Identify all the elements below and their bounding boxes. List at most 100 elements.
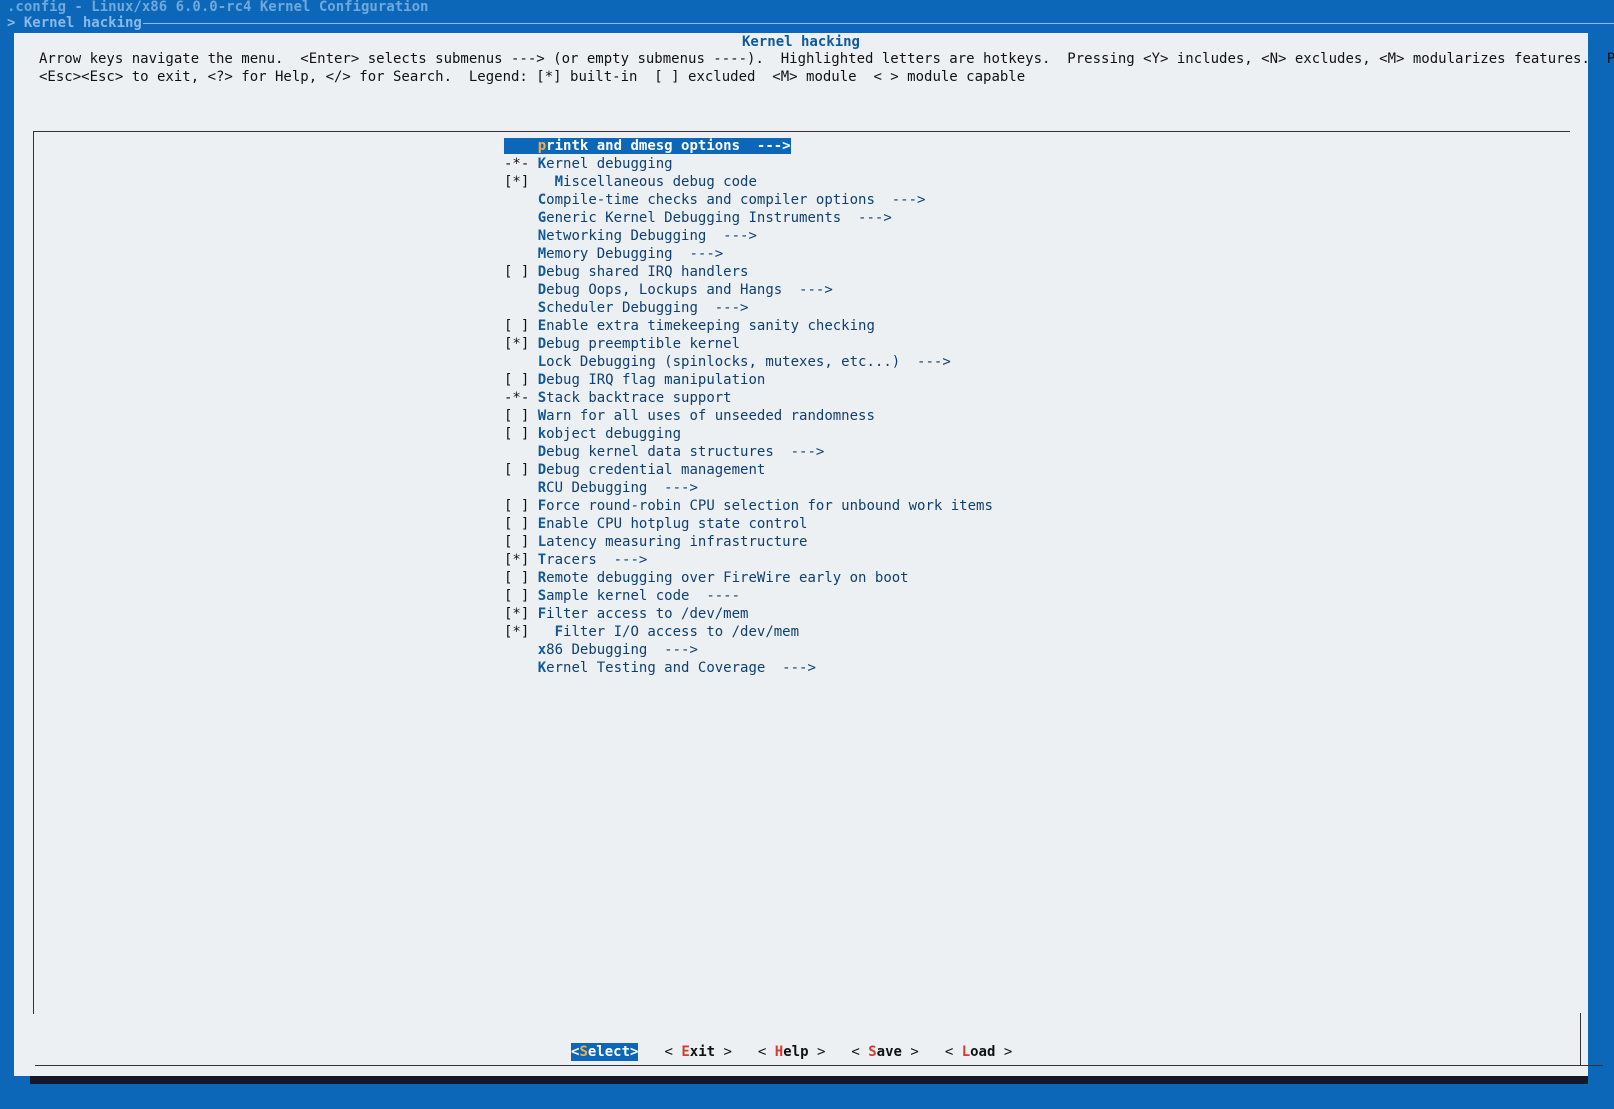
menu-item-content: RCU Debugging ---> bbox=[504, 480, 698, 496]
menu-item[interactable]: [ ] Debug credential management bbox=[504, 461, 993, 479]
menu-item-hotkey: L bbox=[537, 534, 547, 550]
menu-item[interactable]: [ ] Warn for all uses of unseeded random… bbox=[504, 407, 993, 425]
menu-item-label: tack backtrace support bbox=[546, 390, 732, 406]
menu-item[interactable]: RCU Debugging ---> bbox=[504, 479, 993, 497]
breadcrumb: > Kernel hacking bbox=[0, 14, 1614, 32]
menu-item-state: [ ] bbox=[504, 408, 530, 424]
menu-item-hotkey: M bbox=[554, 174, 564, 190]
menu-item-content: [ ] Debug credential management bbox=[504, 462, 765, 478]
menu-item-state bbox=[504, 228, 529, 244]
menu-item[interactable]: Debug Oops, Lockups and Hangs ---> bbox=[504, 281, 993, 299]
menu-item-state: [ ] bbox=[504, 534, 530, 550]
menu-item-content: Kernel Testing and Coverage ---> bbox=[504, 660, 816, 676]
menu-item-state bbox=[504, 192, 529, 208]
menu-item[interactable]: [ ] Debug IRQ flag manipulation bbox=[504, 371, 993, 389]
menu-item-hotkey: S bbox=[537, 588, 547, 604]
menu-item-content: [ ] Enable extra timekeeping sanity chec… bbox=[504, 318, 875, 334]
menu-item-label: CU Debugging ---> bbox=[546, 480, 698, 496]
menu-item-hotkey: D bbox=[537, 444, 547, 460]
menu-item-hotkey: F bbox=[537, 606, 547, 622]
menu-item[interactable]: -*- Kernel debugging bbox=[504, 155, 993, 173]
menu-item-state bbox=[504, 300, 529, 316]
menu-item[interactable]: [*] Filter access to /dev/mem bbox=[504, 605, 993, 623]
menu-item[interactable]: Lock Debugging (spinlocks, mutexes, etc.… bbox=[504, 353, 993, 371]
menu-item-label: atency measuring infrastructure bbox=[546, 534, 808, 550]
menu-item-label: ebug shared IRQ handlers bbox=[546, 264, 749, 280]
menu-item-label: ebug preemptible kernel bbox=[546, 336, 741, 352]
menu-item[interactable]: [ ] Latency measuring infrastructure bbox=[504, 533, 993, 551]
menu-item-content: -*- Stack backtrace support bbox=[504, 390, 732, 406]
menu-item-hotkey: S bbox=[537, 390, 547, 406]
menu-item-hotkey: L bbox=[537, 354, 547, 370]
menu-item-state bbox=[504, 480, 529, 496]
menu-item-state: [ ] bbox=[504, 588, 530, 604]
menu-item[interactable]: [ ] Enable CPU hotplug state control bbox=[504, 515, 993, 533]
button-label: Exit bbox=[681, 1044, 716, 1060]
menu-item[interactable]: [ ] Debug shared IRQ handlers bbox=[504, 263, 993, 281]
menu-item-state: [ ] bbox=[504, 372, 530, 388]
dialog-title: Kernel hacking bbox=[741, 34, 860, 50]
dialog-bottom-rule bbox=[35, 1065, 1603, 1066]
menu-item[interactable]: -*- Stack backtrace support bbox=[504, 389, 993, 407]
menu-item-state: [*] bbox=[504, 606, 530, 622]
button-label: Load bbox=[961, 1044, 996, 1060]
menu-item-hotkey: W bbox=[537, 408, 547, 424]
button-label: Select bbox=[579, 1044, 631, 1060]
menu-item-content: [ ] Debug shared IRQ handlers bbox=[504, 264, 748, 280]
menu-item-content: [ ] Warn for all uses of unseeded random… bbox=[504, 408, 875, 424]
menu-item-content: [*] Tracers ---> bbox=[504, 552, 647, 568]
menu-item[interactable]: [ ] Sample kernel code ---- bbox=[504, 587, 993, 605]
menu-item[interactable]: printk and dmesg options ---> bbox=[504, 137, 993, 155]
menu-item-hotkey: D bbox=[537, 264, 547, 280]
menu-item[interactable]: Memory Debugging ---> bbox=[504, 245, 993, 263]
menu-item-state bbox=[504, 660, 529, 676]
menu-item-content: [*] Miscellaneous debug code bbox=[504, 174, 757, 190]
menu-item-state: [ ] bbox=[504, 264, 530, 280]
menu-item[interactable]: Networking Debugging ---> bbox=[504, 227, 993, 245]
menu-item-label: rintk and dmesg options ---> bbox=[546, 138, 791, 154]
help-button[interactable]: < Help > bbox=[758, 1043, 825, 1061]
menu-item-state: -*- bbox=[504, 156, 530, 172]
menu-item-state bbox=[504, 642, 529, 658]
button-bar: <Select> < Exit > < Help > < Save > < Load > bbox=[571, 1043, 1038, 1061]
menu-item[interactable]: [ ] kobject debugging bbox=[504, 425, 993, 443]
breadcrumb-text: > Kernel hacking bbox=[7, 15, 142, 31]
menu-item-content: Debug kernel data structures ---> bbox=[504, 444, 825, 460]
menu-item[interactable]: Compile-time checks and compiler options… bbox=[504, 191, 993, 209]
menu-item[interactable]: [ ] Enable extra timekeeping sanity chec… bbox=[504, 317, 993, 335]
menu-item[interactable]: Kernel Testing and Coverage ---> bbox=[504, 659, 993, 677]
menu-item[interactable]: Debug kernel data structures ---> bbox=[504, 443, 993, 461]
menu-item-hotkey: T bbox=[537, 552, 547, 568]
menu-item-content: [ ] Latency measuring infrastructure bbox=[504, 534, 807, 550]
menu-item-content: printk and dmesg options ---> bbox=[504, 138, 791, 154]
menu-item[interactable]: x86 Debugging ---> bbox=[504, 641, 993, 659]
menu-item[interactable]: [ ] Remote debugging over FireWire early… bbox=[504, 569, 993, 587]
load-button[interactable]: < Load > bbox=[945, 1043, 1012, 1061]
menu-item[interactable]: [*] Filter I/O access to /dev/mem bbox=[504, 623, 993, 641]
menu-item-hotkey: D bbox=[537, 282, 547, 298]
menu-item[interactable]: [*] Tracers ---> bbox=[504, 551, 993, 569]
menu-item-hotkey: x bbox=[537, 642, 547, 658]
menu-item-hotkey: D bbox=[537, 336, 547, 352]
menu-item-label: emory Debugging ---> bbox=[546, 246, 724, 262]
help-text-line-1: Arrow keys navigate the menu. <Enter> se… bbox=[39, 51, 1614, 67]
menu-item[interactable]: [*] Miscellaneous debug code bbox=[504, 173, 993, 191]
menu-item-hotkey: R bbox=[537, 570, 547, 586]
menu-item-state: [*] bbox=[504, 552, 530, 568]
select-button[interactable]: <Select> bbox=[571, 1043, 639, 1061]
menu-item[interactable]: Scheduler Debugging ---> bbox=[504, 299, 993, 317]
menu-item-content: [ ] Enable CPU hotplug state control bbox=[504, 516, 807, 532]
menu-item-hotkey: G bbox=[537, 210, 547, 226]
menu-item-content: [ ] Force round-robin CPU selection for … bbox=[504, 498, 993, 514]
menu-item-content: Generic Kernel Debugging Instruments ---… bbox=[504, 210, 892, 226]
exit-button[interactable]: < Exit > bbox=[664, 1043, 731, 1061]
breadcrumb-rule bbox=[143, 23, 1614, 24]
menu-item-content: Debug Oops, Lockups and Hangs ---> bbox=[504, 282, 833, 298]
menu-item[interactable]: [*] Debug preemptible kernel bbox=[504, 335, 993, 353]
menu-item-content: Lock Debugging (spinlocks, mutexes, etc.… bbox=[504, 354, 951, 370]
menu-item-hotkey: F bbox=[537, 498, 547, 514]
menu-item[interactable]: Generic Kernel Debugging Instruments ---… bbox=[504, 209, 993, 227]
save-button[interactable]: < Save > bbox=[851, 1043, 918, 1061]
menu-item[interactable]: [ ] Force round-robin CPU selection for … bbox=[504, 497, 993, 515]
menu-item-hotkey: D bbox=[537, 372, 547, 388]
